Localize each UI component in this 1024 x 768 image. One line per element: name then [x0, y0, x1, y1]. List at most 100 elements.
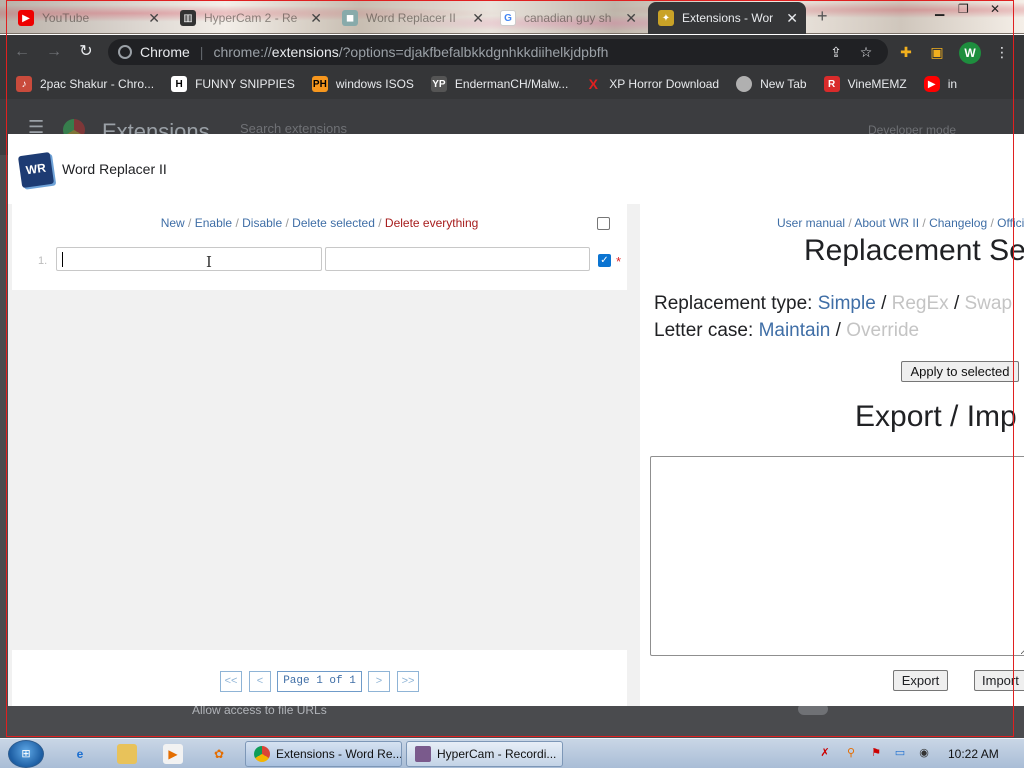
- select-all-checkbox[interactable]: [597, 217, 610, 230]
- search-tray-icon[interactable]: ⚲: [843, 745, 859, 761]
- override-option[interactable]: Override: [846, 320, 919, 341]
- tab-extensions[interactable]: ✦ Extensions - Wor ✕: [648, 2, 806, 34]
- page-indicator: Page 1 of 1: [277, 671, 362, 692]
- minimize-icon[interactable]: ▁: [935, 2, 944, 16]
- bookmark-label: FUNNY SNIPPIES: [195, 77, 295, 91]
- export-import-textarea[interactable]: [650, 456, 1024, 656]
- tab-youtube[interactable]: ▶ YouTube ✕: [8, 4, 168, 32]
- bookmark-label: New Tab: [760, 77, 807, 91]
- row-star-marker: *: [616, 254, 622, 269]
- prev-page-button[interactable]: <: [249, 671, 271, 692]
- close-icon[interactable]: ✕: [625, 10, 637, 27]
- simple-option[interactable]: Simple: [818, 293, 876, 314]
- music-icon: ♪: [16, 76, 32, 92]
- task-hypercam[interactable]: HyperCam - Recordi...: [406, 741, 563, 767]
- row-enabled-checkbox[interactable]: ✓: [598, 254, 611, 267]
- reload-icon[interactable]: ↻: [76, 43, 96, 63]
- tab-label: canadian guy sh: [524, 11, 612, 25]
- close-icon[interactable]: ✕: [148, 10, 160, 27]
- separator: /: [374, 216, 385, 230]
- side-panel-icon[interactable]: ▣: [927, 42, 947, 62]
- display-icon[interactable]: ▭: [892, 745, 908, 761]
- replacement-list-pane: New / Enable / Disable / Delete selected…: [8, 204, 640, 706]
- bookmark-item[interactable]: H FUNNY SNIPPIES: [171, 76, 295, 92]
- task-chrome-extensions[interactable]: Extensions - Word Re...: [245, 741, 402, 767]
- row-number: 1.: [38, 255, 48, 267]
- internet-explorer-icon[interactable]: e: [70, 744, 90, 764]
- bookmark-item[interactable]: R VineMEMZ: [823, 76, 907, 92]
- tab-label: HyperCam 2 - Re: [204, 11, 298, 25]
- star-icon[interactable]: ☆: [856, 42, 876, 62]
- bookmark-item[interactable]: X XP Horror Download: [585, 76, 720, 92]
- start-button[interactable]: ⊞: [8, 740, 44, 768]
- tab-google-search[interactable]: G canadian guy sh ✕: [490, 4, 645, 32]
- about-link[interactable]: About WR II: [854, 216, 919, 230]
- tab-word-replacer[interactable]: ◼ Word Replacer II ✕: [332, 4, 492, 32]
- paint-icon[interactable]: ✿: [209, 744, 229, 764]
- disable-link[interactable]: Disable: [242, 216, 282, 230]
- close-window-icon[interactable]: ✕: [990, 2, 1000, 16]
- help-links: User manual / About WR II / Changelog / …: [777, 216, 1024, 230]
- last-page-button[interactable]: >>: [397, 671, 419, 692]
- antivirus-icon[interactable]: ✗: [817, 745, 833, 761]
- text-cursor: [62, 252, 63, 267]
- bookmark-item[interactable]: ▶ in: [923, 76, 957, 92]
- regex-option[interactable]: RegEx: [892, 293, 949, 314]
- folder-icon[interactable]: [117, 744, 137, 764]
- separator: /: [953, 293, 960, 314]
- system-clock: 10:22 AM: [948, 747, 999, 761]
- address-bar[interactable]: Chrome | chrome://extensions/?options=dj…: [108, 39, 888, 65]
- close-icon[interactable]: ✕: [472, 10, 484, 27]
- replace-input[interactable]: [325, 247, 590, 271]
- profile-avatar[interactable]: W: [959, 42, 981, 64]
- flag-icon[interactable]: ⚑: [868, 745, 884, 761]
- close-icon[interactable]: ✕: [786, 10, 798, 27]
- tab-strip: ▶ YouTube ✕ ▥ HyperCam 2 - Re ✕ ◼ Word R…: [0, 0, 1024, 34]
- new-link[interactable]: New: [161, 216, 185, 230]
- maintain-option[interactable]: Maintain: [759, 320, 831, 341]
- ph-logo-icon: PH: [311, 76, 328, 92]
- changelog-link[interactable]: Changelog: [929, 216, 987, 230]
- bookmark-item[interactable]: YP EndermanCH/Malw...: [430, 76, 568, 92]
- bookmark-label: windows ISOS: [335, 77, 414, 91]
- volume-icon[interactable]: ◉: [916, 745, 932, 761]
- letter-case-row: Letter case: Maintain / Override: [654, 320, 919, 342]
- forward-arrow-icon[interactable]: →: [44, 43, 64, 63]
- letter-case-label: Letter case:: [654, 320, 754, 341]
- separator: /: [282, 216, 293, 230]
- tab-label: YouTube: [42, 11, 90, 25]
- more-menu-icon[interactable]: ⋮: [992, 42, 1012, 62]
- next-page-button[interactable]: >: [368, 671, 390, 692]
- new-tab-button[interactable]: +: [817, 6, 828, 27]
- h-logo-icon: H: [171, 76, 188, 92]
- omnibox-separator: |: [199, 44, 204, 60]
- delete-selected-link[interactable]: Delete selected: [292, 216, 375, 230]
- youtube-icon: ▶: [923, 76, 940, 92]
- media-player-icon[interactable]: ▶: [163, 744, 183, 764]
- tab-hypercam[interactable]: ▥ HyperCam 2 - Re ✕: [170, 4, 330, 32]
- find-input[interactable]: [56, 247, 322, 271]
- official-link[interactable]: Offici: [997, 216, 1024, 230]
- enable-link[interactable]: Enable: [195, 216, 232, 230]
- bookmark-item[interactable]: ♪ 2pac Shakur - Chro...: [16, 76, 154, 92]
- close-icon[interactable]: ✕: [310, 10, 322, 27]
- first-page-button[interactable]: <<: [220, 671, 242, 692]
- back-arrow-icon[interactable]: ←: [12, 43, 32, 63]
- maximize-icon[interactable]: ❐: [958, 2, 969, 16]
- bookmark-label: 2pac Shakur - Chro...: [40, 77, 155, 91]
- bookmark-item[interactable]: PH windows ISOS: [311, 76, 414, 92]
- dialog-title: Word Replacer II: [62, 161, 167, 177]
- extensions-puzzle-icon[interactable]: ✚: [896, 42, 916, 62]
- import-button[interactable]: Import: [974, 670, 1024, 691]
- globe-icon: [736, 76, 753, 92]
- site-label: Chrome: [140, 44, 190, 60]
- settings-heading: Replacement Se: [804, 234, 1024, 267]
- delete-everything-link[interactable]: Delete everything: [385, 216, 478, 230]
- swap-option[interactable]: Swap: [965, 293, 1013, 314]
- apply-to-selected-button[interactable]: Apply to selected: [901, 361, 1019, 382]
- replacement-type-label: Replacement type:: [654, 293, 813, 314]
- bookmark-item[interactable]: New Tab: [736, 76, 807, 92]
- share-icon[interactable]: ⇪: [826, 42, 846, 62]
- export-button[interactable]: Export: [893, 670, 948, 691]
- user-manual-link[interactable]: User manual: [777, 216, 845, 230]
